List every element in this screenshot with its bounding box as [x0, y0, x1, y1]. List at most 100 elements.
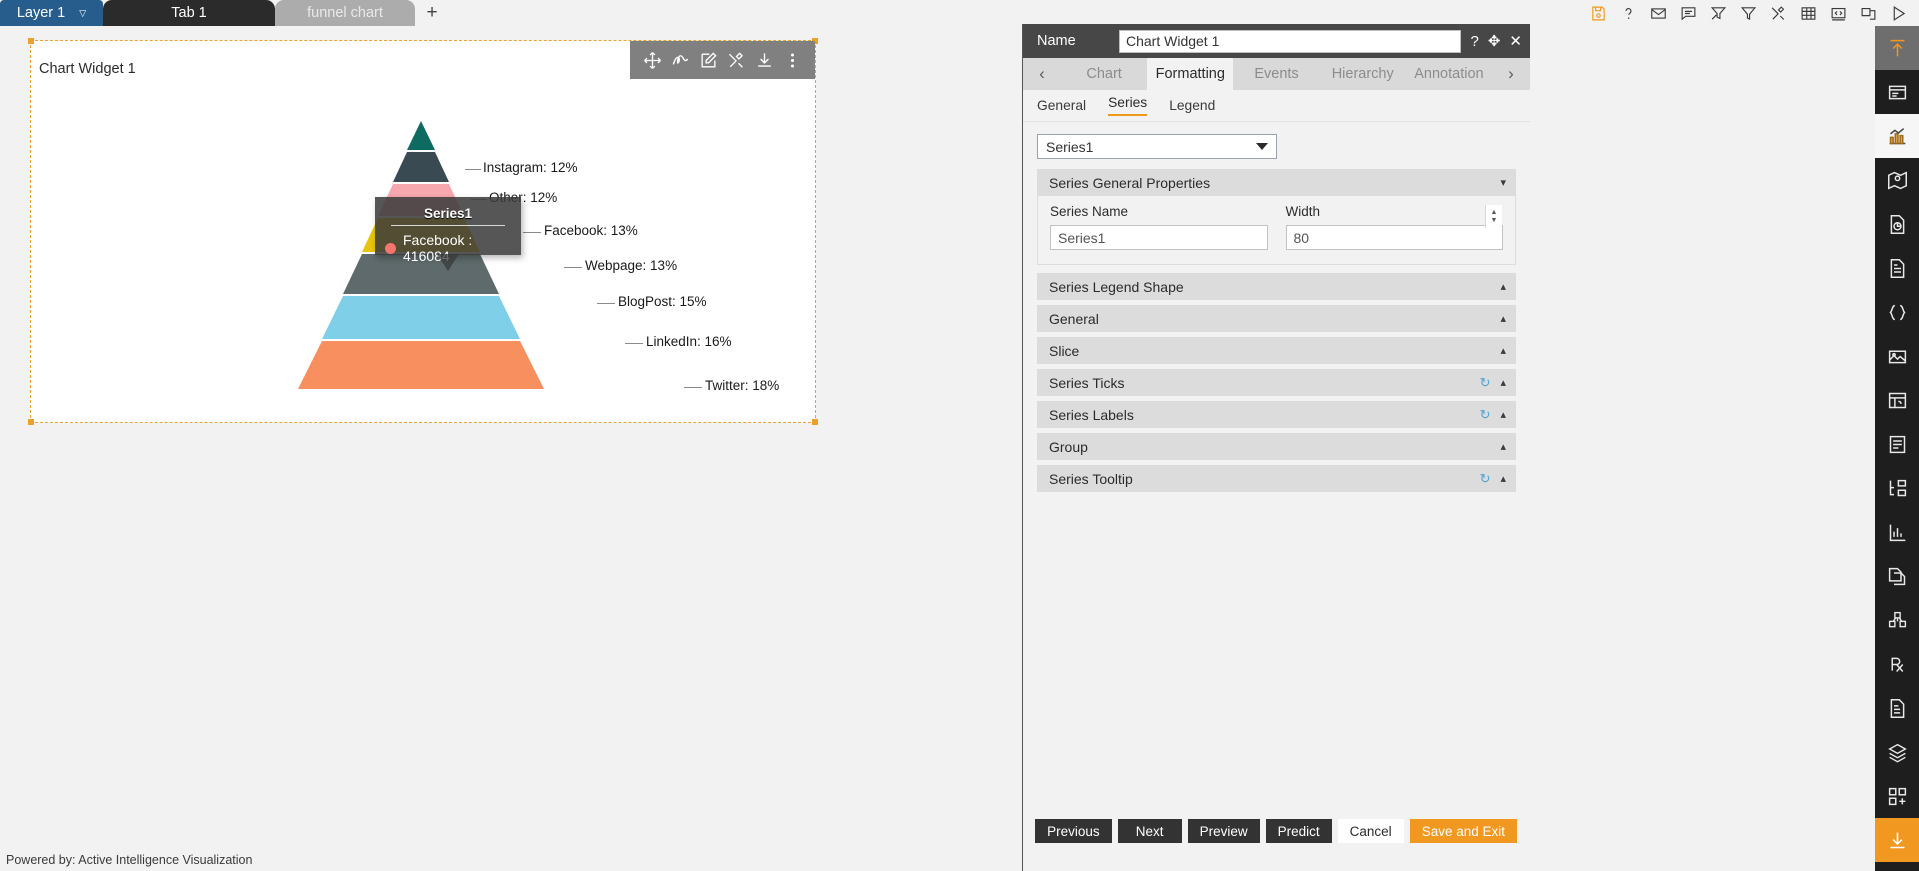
section-series-ticks[interactable]: Series Ticks ↻ ▴ — [1037, 369, 1516, 396]
tab-tab-1[interactable]: Tab 1 — [103, 0, 275, 26]
subtab-series[interactable]: Series — [1108, 95, 1148, 116]
layer-selector[interactable]: Layer 1 ▽ — [0, 0, 103, 26]
tab-hierarchy[interactable]: Hierarchy — [1320, 58, 1406, 90]
preview-button[interactable]: Preview — [1187, 819, 1260, 843]
rail-item-pin-top[interactable] — [1875, 26, 1919, 70]
chevron-up-icon[interactable]: ▴ — [1500, 344, 1506, 357]
subtab-legend[interactable]: Legend — [1169, 98, 1215, 113]
rail-item-blocks[interactable] — [1875, 774, 1919, 818]
series-selector-wrap: Series1 — [1023, 122, 1530, 169]
cancel-button[interactable]: Cancel — [1337, 819, 1404, 843]
chevron-up-icon[interactable]: ▴ — [1500, 312, 1506, 325]
tools-icon[interactable] — [1770, 5, 1787, 22]
rail-item-note-doc[interactable] — [1875, 422, 1919, 466]
close-icon[interactable]: ✕ — [1509, 34, 1522, 49]
properties-panel-inner: Name ? ✥ ✕ ‹ Chart Formatting Events Hie… — [1022, 24, 1530, 871]
tab-chart[interactable]: Chart — [1061, 58, 1147, 90]
chevron-down-icon[interactable] — [1256, 143, 1268, 150]
leader-line — [465, 169, 481, 170]
rail-item-bar-stats[interactable] — [1875, 510, 1919, 554]
tab-annotation[interactable]: Annotation — [1406, 58, 1492, 90]
tab-events[interactable]: Events — [1233, 58, 1319, 90]
stepper-down-icon[interactable]: ▼ — [1491, 217, 1498, 225]
rail-item-document[interactable] — [1875, 246, 1919, 290]
bar-stats-icon — [1889, 524, 1905, 541]
chevron-up-icon[interactable]: ▴ — [1500, 280, 1506, 293]
tab-funnel-chart[interactable]: funnel chart — [275, 0, 415, 26]
save-icon[interactable] — [1590, 5, 1607, 22]
save-and-exit-button[interactable]: Save and Exit — [1409, 819, 1517, 843]
chart-widget[interactable]: Chart Widget 1 Instagram: 12% Other: 12%… — [28, 38, 818, 425]
slice-instagram — [407, 121, 435, 150]
comment-icon[interactable] — [1680, 5, 1697, 22]
filter-icon[interactable] — [1740, 5, 1757, 22]
rail-item-report-pie-doc[interactable] — [1875, 202, 1919, 246]
clear-filter-icon[interactable] — [1710, 5, 1727, 22]
canvas-area[interactable]: Chart Widget 1 Instagram: 12% Other: 12%… — [0, 26, 1022, 871]
widget-title: Chart Widget 1 — [39, 61, 136, 77]
chevron-down-icon[interactable]: ▽ — [79, 8, 86, 18]
rail-item-map[interactable] — [1875, 158, 1919, 202]
section-series-legend-shape[interactable]: Series Legend Shape ▴ — [1037, 273, 1516, 300]
refresh-icon[interactable]: ↻ — [1480, 407, 1491, 423]
series-select[interactable]: Series1 — [1037, 134, 1277, 159]
rail-item-rx[interactable] — [1875, 642, 1919, 686]
field-width: Width ▲ ▼ — [1285, 204, 1503, 250]
rail-item-file-copy[interactable] — [1875, 554, 1919, 598]
copy-icon[interactable] — [1860, 5, 1877, 22]
more-vertical-icon[interactable] — [783, 51, 802, 70]
move-icon[interactable]: ✥ — [1488, 34, 1501, 49]
code-window-icon[interactable] — [1830, 5, 1847, 22]
previous-button[interactable]: Previous — [1035, 819, 1112, 843]
width-input[interactable] — [1285, 225, 1503, 250]
series-name-input[interactable] — [1050, 225, 1268, 250]
subtab-general[interactable]: General — [1037, 98, 1086, 113]
predict-button[interactable]: Predict — [1265, 819, 1332, 843]
accordion-list: Series General Properties ▾ Series Name … — [1037, 169, 1516, 492]
table-icon[interactable] — [1800, 5, 1817, 22]
tab-formatting[interactable]: Formatting — [1147, 58, 1234, 90]
scribble-icon[interactable] — [671, 51, 690, 70]
chart-icon — [1889, 127, 1905, 144]
rail-item-widget-card[interactable] — [1875, 70, 1919, 114]
funnel-chart[interactable]: Instagram: 12% Other: 12% Facebook: 13% … — [31, 83, 817, 423]
refresh-icon[interactable]: ↻ — [1480, 471, 1491, 487]
download-icon[interactable] — [755, 51, 774, 70]
chevron-up-icon[interactable]: ▴ — [1500, 472, 1506, 485]
section-general[interactable]: General ▴ — [1037, 305, 1516, 332]
section-group[interactable]: Group ▴ — [1037, 433, 1516, 460]
stepper-up-icon[interactable]: ▲ — [1491, 209, 1498, 217]
edit-icon[interactable] — [699, 51, 718, 70]
section-slice[interactable]: Slice ▴ — [1037, 337, 1516, 364]
chevron-up-icon[interactable]: ▴ — [1500, 376, 1506, 389]
add-tab-button[interactable]: + — [415, 0, 449, 26]
resize-handle-tl[interactable] — [28, 38, 34, 44]
section-series-tooltip[interactable]: Series Tooltip ↻ ▴ — [1037, 465, 1516, 492]
tools-icon[interactable] — [727, 51, 746, 70]
refresh-icon[interactable]: ↻ — [1480, 375, 1491, 391]
rail-item-download[interactable] — [1875, 818, 1919, 862]
rail-item-calendar-grid[interactable] — [1875, 378, 1919, 422]
chevron-left-icon[interactable]: ‹ — [1023, 58, 1061, 90]
help-icon[interactable] — [1620, 5, 1637, 22]
width-stepper[interactable]: ▲ ▼ — [1485, 205, 1502, 228]
chevron-up-icon[interactable]: ▴ — [1500, 440, 1506, 453]
help-icon[interactable]: ? — [1471, 34, 1479, 49]
chevron-right-icon[interactable]: › — [1492, 58, 1530, 90]
rail-item-doc-list[interactable] — [1875, 686, 1919, 730]
chevron-down-icon[interactable]: ▾ — [1500, 176, 1506, 189]
mail-icon[interactable] — [1650, 5, 1667, 22]
rail-item-folder-tree[interactable] — [1875, 466, 1919, 510]
rail-item-cubes[interactable] — [1875, 598, 1919, 642]
next-button[interactable]: Next — [1117, 819, 1182, 843]
move-icon[interactable] — [643, 51, 662, 70]
chevron-up-icon[interactable]: ▴ — [1500, 408, 1506, 421]
section-series-labels[interactable]: Series Labels ↻ ▴ — [1037, 401, 1516, 428]
rail-item-code-braces[interactable] — [1875, 290, 1919, 334]
rail-item-chart[interactable] — [1875, 114, 1919, 158]
section-series-general-properties[interactable]: Series General Properties ▾ — [1037, 169, 1516, 196]
play-icon[interactable] — [1890, 5, 1907, 22]
rail-item-image[interactable] — [1875, 334, 1919, 378]
rail-item-layers[interactable] — [1875, 730, 1919, 774]
widget-name-input[interactable] — [1119, 29, 1461, 53]
